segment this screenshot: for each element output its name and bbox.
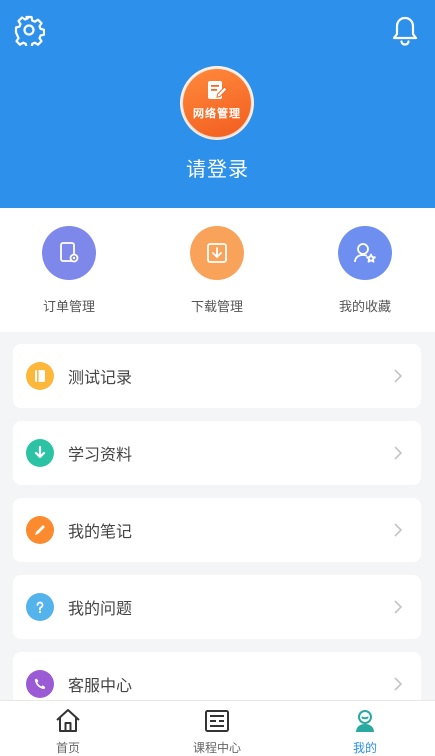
avatar[interactable]: 网络管理 (180, 66, 254, 140)
menu-item-label: 我的问题 (68, 599, 133, 618)
notebook-icon (26, 362, 54, 390)
tab-label: 首页 (55, 741, 80, 755)
quick-action-orders[interactable]: 订单管理 (14, 226, 124, 315)
user-star-icon (338, 226, 392, 280)
quick-action-favorites[interactable]: 我的收藏 (310, 226, 420, 315)
tab-home[interactable]: 首页 (13, 701, 123, 756)
quick-action-downloads[interactable]: 下载管理 (162, 226, 272, 315)
chevron-right-icon (394, 446, 403, 460)
tab-mine[interactable]: 我的 (310, 701, 420, 756)
quick-actions: 订单管理 下载管理 我的收藏 (0, 208, 435, 332)
menu-item-label: 客服中心 (68, 676, 133, 695)
quick-action-label: 我的收藏 (338, 300, 391, 315)
tab-label: 课程中心 (192, 741, 241, 755)
profile-header: 网络管理 请登录 (0, 0, 435, 208)
tab-label: 我的 (352, 741, 377, 755)
notepad-pen-icon (208, 81, 228, 99)
download-icon (190, 226, 244, 280)
menu-item-label: 我的笔记 (68, 522, 133, 541)
login-link[interactable]: 请登录 (0, 153, 435, 182)
menu-item-study-materials[interactable]: 学习资料 (13, 421, 421, 485)
avatar-badge: 网络管理 (183, 69, 251, 137)
chevron-right-icon (394, 600, 403, 614)
question-icon (26, 593, 54, 621)
menu-item-test-records[interactable]: 测试记录 (13, 344, 421, 408)
avatar-text: 网络管理 (193, 107, 241, 120)
tab-course-center[interactable]: 课程中心 (162, 701, 272, 756)
chevron-right-icon (394, 369, 403, 383)
bottom-tab-bar: 首页 课程中心 我的 (0, 700, 435, 756)
menu-item-my-questions[interactable]: 我的问题 (13, 575, 421, 639)
phone-icon (26, 670, 54, 698)
download-arrow-icon (26, 439, 54, 467)
chevron-right-icon (394, 523, 403, 537)
menu-item-my-notes[interactable]: 我的笔记 (13, 498, 421, 562)
menu-item-label: 学习资料 (68, 445, 133, 464)
chevron-right-icon (394, 677, 403, 691)
profile-icon (356, 710, 374, 732)
bell-icon[interactable] (389, 14, 421, 46)
quick-action-label: 订单管理 (42, 300, 95, 315)
quick-action-label: 下载管理 (190, 300, 243, 315)
menu-item-label: 测试记录 (68, 368, 133, 387)
pencil-icon (26, 516, 54, 544)
home-icon (56, 709, 80, 732)
order-doc-gear-icon (42, 226, 96, 280)
course-icon (205, 710, 229, 732)
gear-icon[interactable] (13, 14, 45, 46)
